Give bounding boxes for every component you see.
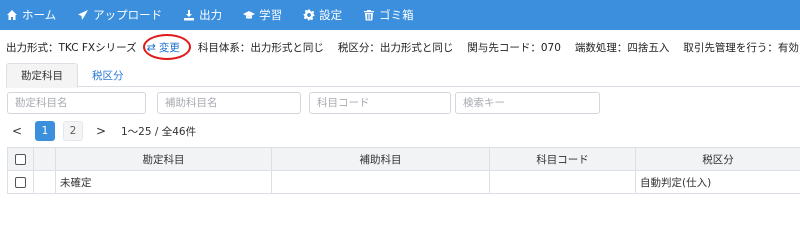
pagination-summary: 1〜25 / 全46件	[121, 125, 197, 138]
header-account[interactable]: 勘定科目	[55, 147, 272, 171]
tab-tax-category[interactable]: 税区分	[78, 63, 138, 87]
header-sub-account[interactable]: 補助科目	[271, 147, 490, 171]
output-format-text: 出力形式：TKC FXシリーズ	[6, 41, 137, 54]
nav-label: アップロード	[93, 8, 163, 22]
nav-item-settings[interactable]: 設定	[303, 7, 342, 23]
account-name-input[interactable]	[7, 92, 146, 114]
nav-item-learning[interactable]: 学習	[243, 7, 282, 23]
gear-icon	[303, 9, 315, 21]
nav-label: ホーム	[22, 8, 57, 22]
pagination: < 1 2 > 1〜25 / 全46件	[7, 121, 196, 141]
subject-system-text: 科目体系：出力形式と同じ	[197, 41, 324, 54]
table-header-row: 勘定科目 補助科目 科目コード 税区分	[7, 147, 800, 171]
select-all-checkbox[interactable]	[15, 153, 26, 165]
settings-summary: 出力形式：TKC FXシリーズ ⇄ 変更 科目体系：出力形式と同じ 税区分：出力…	[6, 33, 800, 60]
row-checkbox[interactable]	[15, 176, 26, 188]
tab-bar: 勘定科目 税区分	[6, 63, 800, 88]
next-page-button[interactable]: >	[91, 121, 111, 141]
tax-category-text: 税区分：出力形式と同じ	[337, 41, 454, 54]
select-all-cell	[7, 147, 34, 171]
output-icon	[183, 9, 195, 21]
nav-label: 学習	[259, 8, 283, 22]
rounding-text: 端数処理：四捨五入	[574, 41, 670, 54]
trash-icon	[363, 9, 375, 21]
nav-label: 出力	[199, 8, 223, 22]
header-spacer	[33, 147, 56, 171]
partner-mgmt-text: 取引先管理を行う：有効	[683, 41, 799, 54]
cell-tax: 自動判定(仕入)	[635, 170, 800, 194]
change-label: 変更	[158, 41, 180, 54]
table-row[interactable]: 未確定 自動判定(仕入)	[7, 170, 800, 194]
row-select-cell	[7, 170, 34, 194]
header-tax[interactable]: 税区分	[635, 147, 800, 171]
swap-icon: ⇄	[146, 40, 156, 54]
accounts-table: 勘定科目 補助科目 科目コード 税区分 未確定 自動判定(仕入)	[7, 147, 800, 194]
nav-item-upload[interactable]: アップロード	[77, 7, 162, 23]
page-button-2[interactable]: 2	[63, 121, 83, 141]
prev-page-button[interactable]: <	[7, 121, 27, 141]
nav-label: 設定	[319, 8, 343, 22]
search-key-input[interactable]	[455, 92, 600, 114]
change-button[interactable]: ⇄ 変更	[142, 33, 191, 60]
home-icon	[6, 9, 18, 21]
nav-item-output[interactable]: 出力	[183, 7, 222, 23]
related-code-text: 関与先コード：070	[467, 41, 561, 54]
graduation-cap-icon	[243, 9, 256, 21]
cell-account: 未確定	[55, 170, 272, 194]
cell-sub-account	[271, 170, 490, 194]
send-icon	[77, 9, 89, 21]
page-button-1[interactable]: 1	[35, 121, 55, 141]
nav-label: ゴミ箱	[379, 8, 414, 22]
row-spacer	[33, 170, 56, 194]
nav-item-trash[interactable]: ゴミ箱	[363, 7, 414, 23]
nav-item-home[interactable]: ホーム	[6, 7, 56, 23]
cell-code	[489, 170, 636, 194]
tab-accounts[interactable]: 勘定科目	[6, 63, 78, 88]
header-code[interactable]: 科目コード	[489, 147, 636, 171]
account-code-input[interactable]	[309, 92, 451, 114]
top-navbar: ホーム アップロード 出力 学習 設定 ゴミ箱	[0, 0, 800, 30]
sub-account-input[interactable]	[157, 92, 301, 114]
